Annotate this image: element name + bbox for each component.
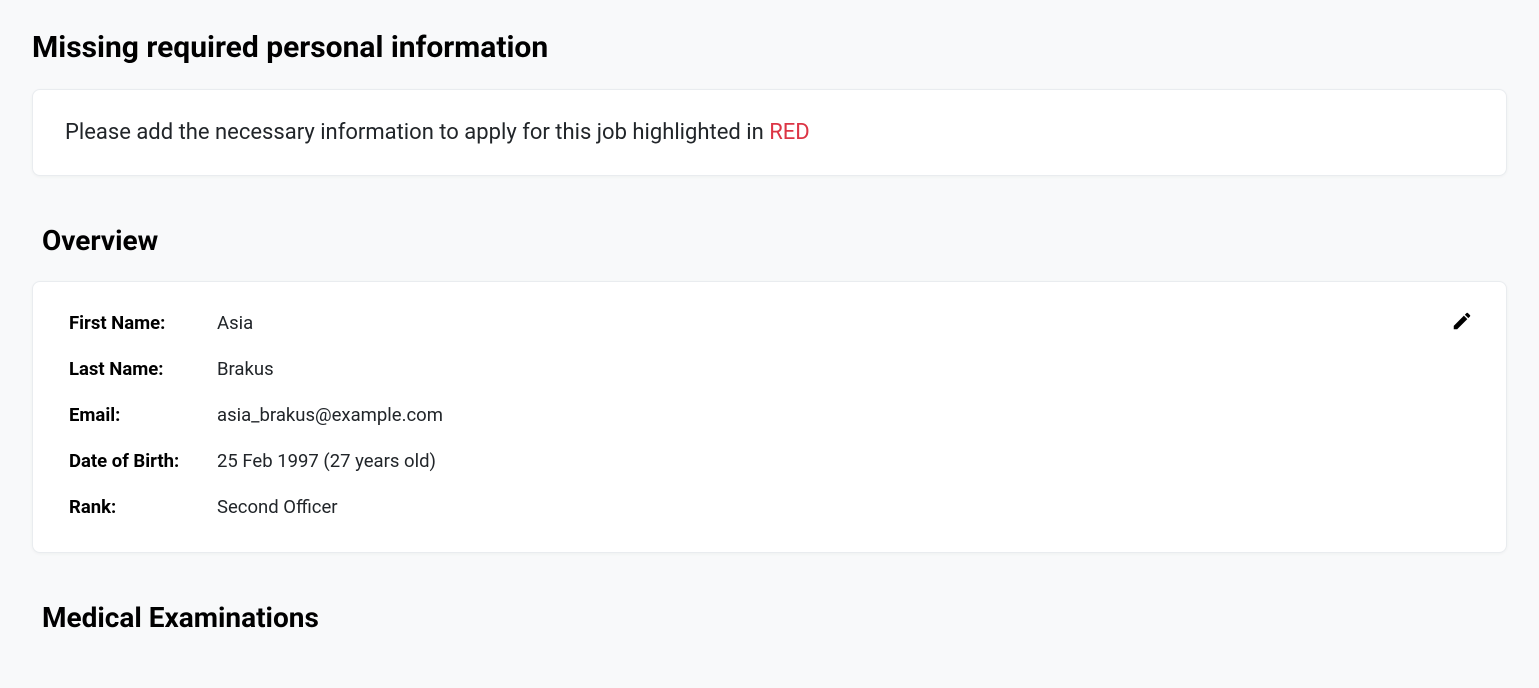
- last-name-value: Brakus: [217, 358, 274, 380]
- alert-highlight: RED: [769, 120, 810, 145]
- overview-title: Overview: [42, 224, 1507, 257]
- field-row-last-name: Last Name: Brakus: [69, 358, 1470, 380]
- field-row-email: Email: asia_brakus@example.com: [69, 404, 1470, 426]
- last-name-label: Last Name:: [69, 358, 217, 380]
- alert-prefix: Please add the necessary information to …: [65, 120, 769, 145]
- medical-title: Medical Examinations: [42, 601, 1507, 634]
- alert-card: Please add the necessary information to …: [32, 89, 1507, 176]
- field-row-rank: Rank: Second Officer: [69, 496, 1470, 518]
- dob-label: Date of Birth:: [69, 450, 217, 472]
- first-name-value: Asia: [217, 312, 253, 334]
- alert-text: Please add the necessary information to …: [65, 120, 1474, 145]
- page-title: Missing required personal information: [32, 30, 1507, 65]
- first-name-label: First Name:: [69, 312, 217, 334]
- email-value: asia_brakus@example.com: [217, 404, 443, 426]
- rank-value: Second Officer: [217, 496, 338, 518]
- dob-value: 25 Feb 1997 (27 years old): [217, 450, 436, 472]
- overview-card: First Name: Asia Last Name: Brakus Email…: [32, 281, 1507, 553]
- field-row-dob: Date of Birth: 25 Feb 1997 (27 years old…: [69, 450, 1470, 472]
- email-label: Email:: [69, 404, 217, 426]
- field-row-first-name: First Name: Asia: [69, 312, 1470, 334]
- edit-overview-button[interactable]: [1450, 310, 1474, 334]
- rank-label: Rank:: [69, 496, 217, 518]
- pencil-icon: [1451, 310, 1473, 335]
